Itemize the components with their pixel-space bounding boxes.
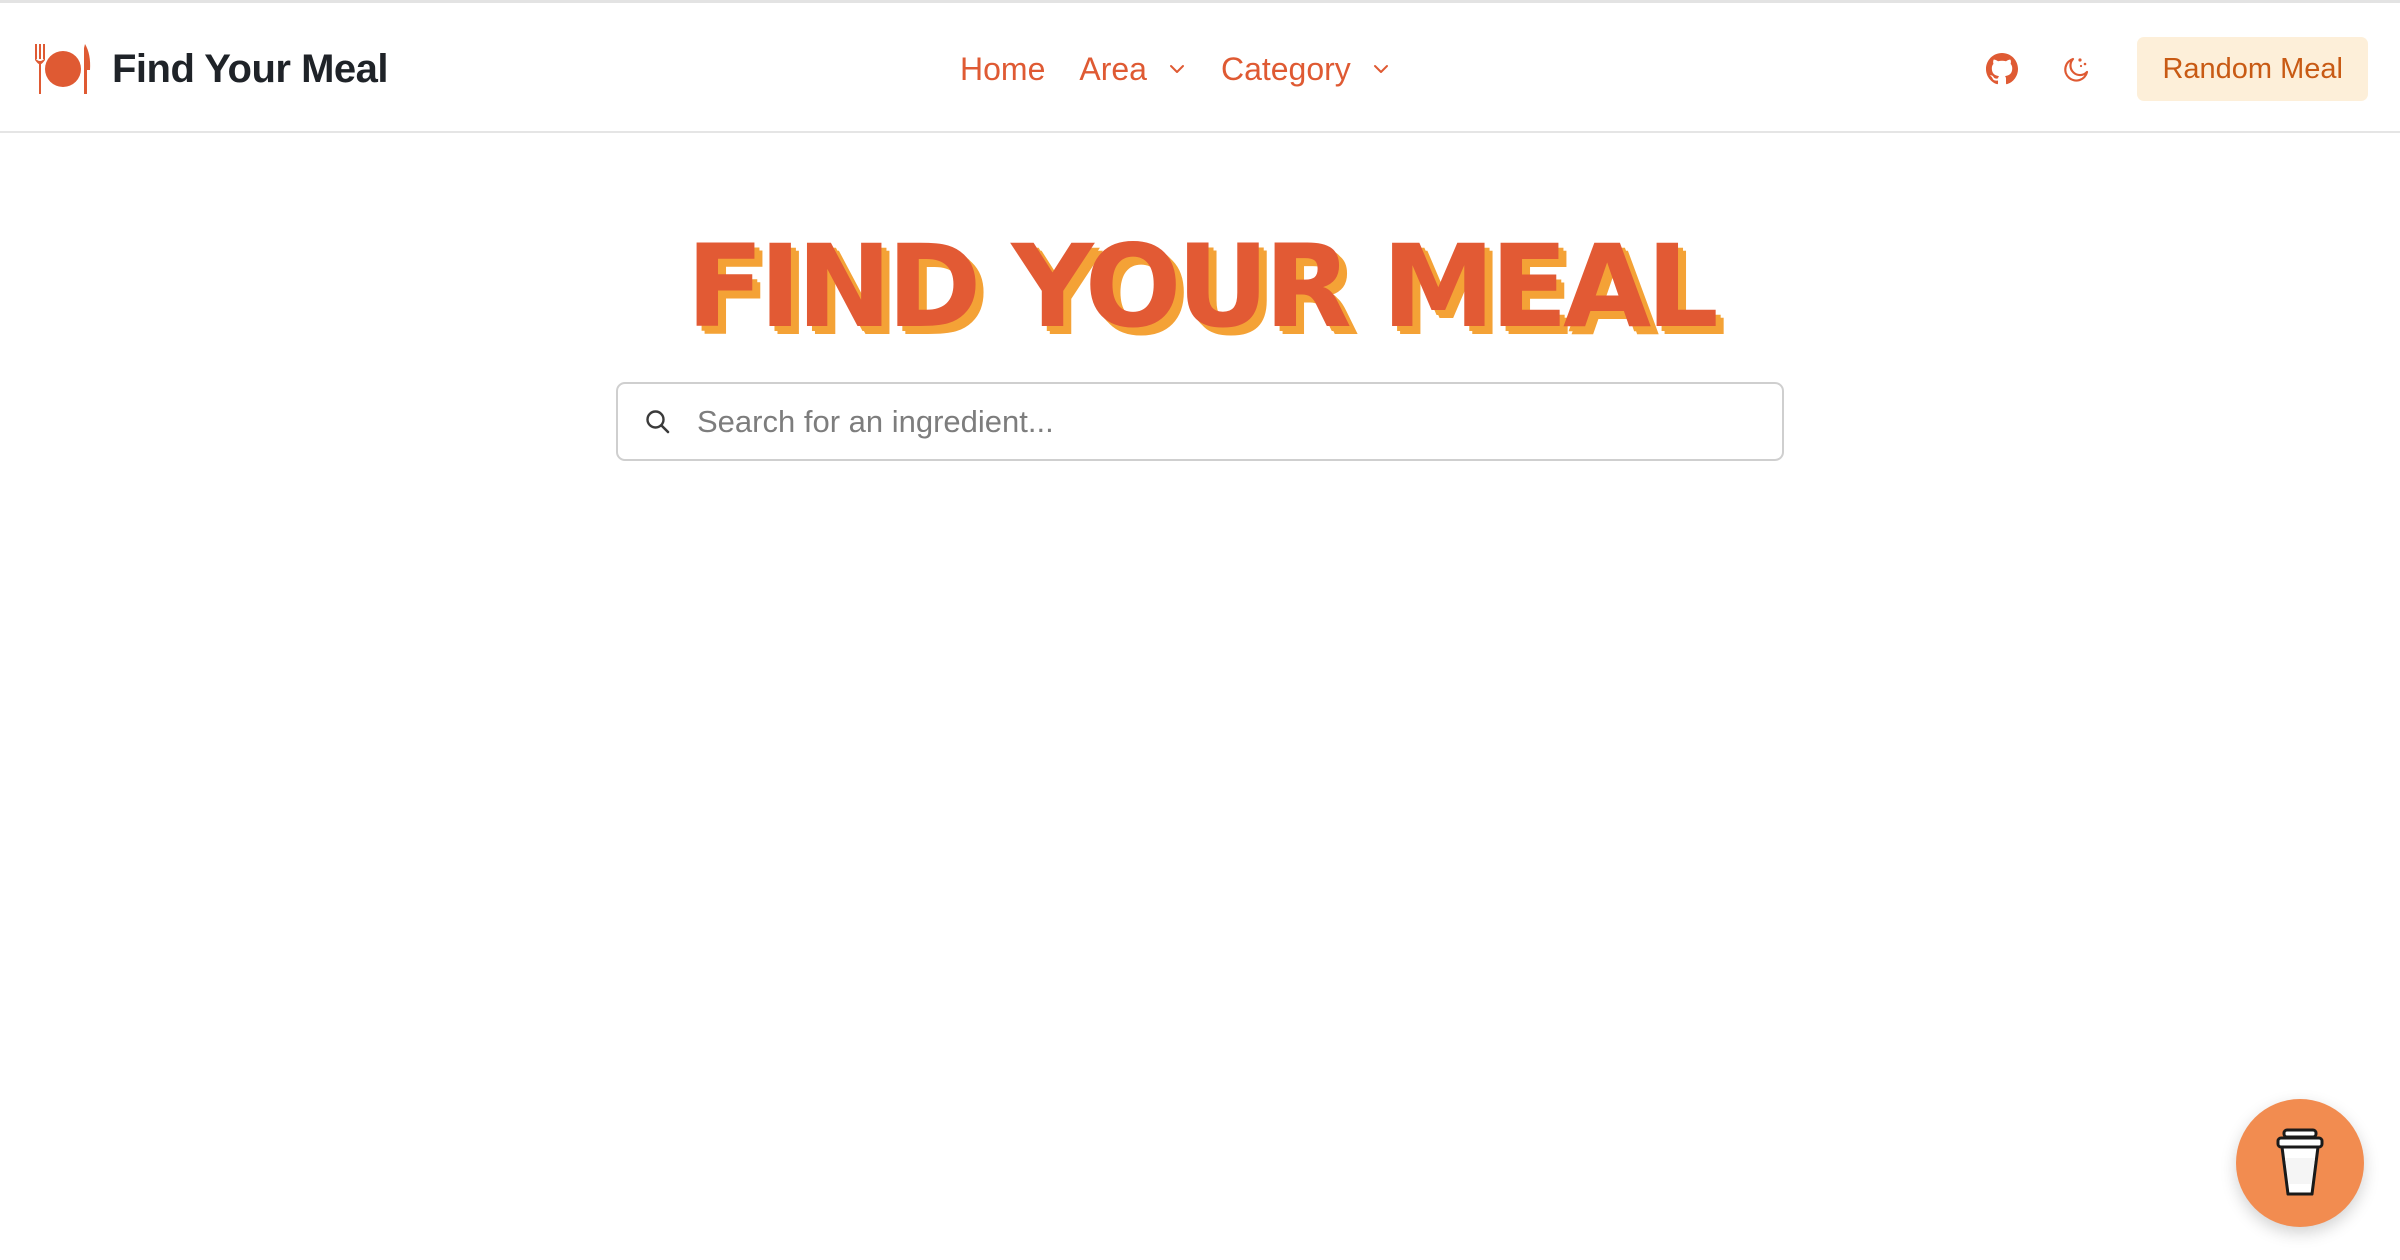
theme-toggle-button[interactable] xyxy=(2053,46,2099,92)
chevron-down-icon xyxy=(1169,65,1184,73)
nav-category-dropdown[interactable]: Category xyxy=(1221,51,1389,88)
github-link[interactable] xyxy=(1979,46,2025,92)
nav-area-dropdown[interactable]: Area xyxy=(1079,51,1185,88)
nav-area-label: Area xyxy=(1079,50,1147,87)
search-input[interactable] xyxy=(697,391,1782,452)
theme-toggle-icon xyxy=(2064,57,2089,82)
nav-home-label: Home xyxy=(960,50,1046,87)
brand-title: Find Your Meal xyxy=(112,46,389,91)
nav-home-link[interactable]: Home xyxy=(960,51,1045,88)
brand-link[interactable]: Find Your Meal xyxy=(32,39,389,99)
main-nav: Home Area Category xyxy=(960,39,1389,99)
github-icon xyxy=(1986,53,2019,85)
search-icon xyxy=(646,409,670,433)
plate-cutlery-icon xyxy=(35,44,91,94)
header-actions: Random Meal xyxy=(1979,37,2368,101)
search-bar xyxy=(616,382,1784,461)
navbar: Find Your Meal Home Area Category Random… xyxy=(0,3,2400,133)
random-meal-button[interactable]: Random Meal xyxy=(2137,37,2368,101)
hero-title: FIND YOUR MEAL xyxy=(686,220,1719,353)
chevron-down-icon xyxy=(1373,65,1388,73)
buy-me-a-coffee-button[interactable] xyxy=(2236,1099,2364,1227)
coffee-cup-icon xyxy=(2276,1128,2324,1196)
nav-category-label: Category xyxy=(1220,50,1351,87)
